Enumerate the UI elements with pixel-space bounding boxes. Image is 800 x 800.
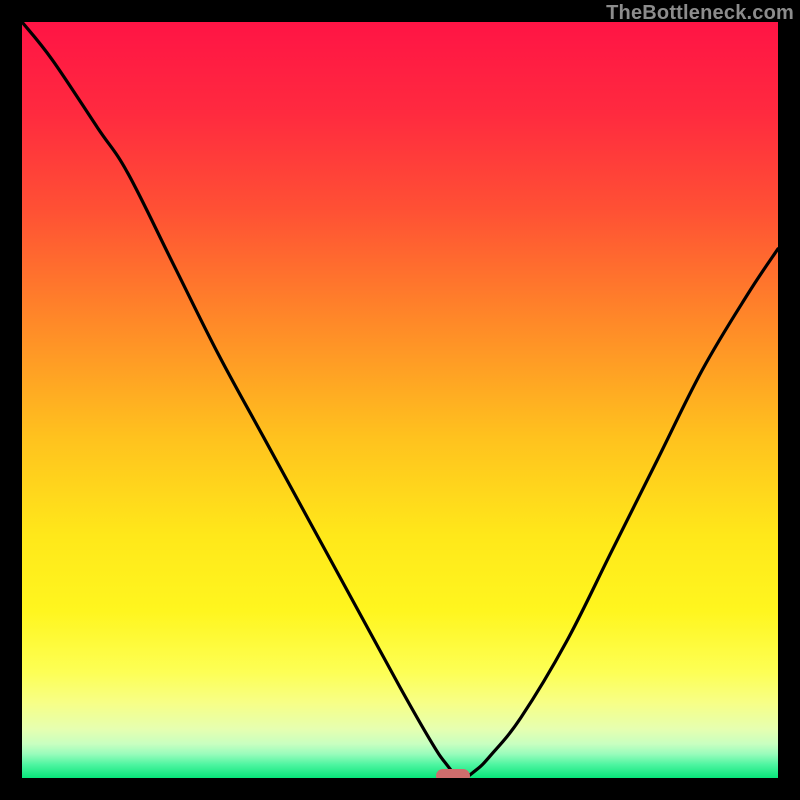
bottleneck-curve <box>22 22 778 778</box>
watermark-text: TheBottleneck.com <box>606 2 794 25</box>
chart-frame: TheBottleneck.com <box>0 0 800 800</box>
plot-area <box>22 22 778 778</box>
optimal-marker <box>436 769 470 778</box>
